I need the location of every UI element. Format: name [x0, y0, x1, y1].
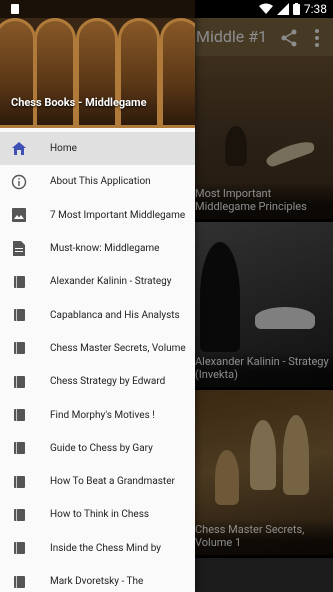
book-icon [11, 474, 27, 490]
drawer-item-label: Find Morphy's Motives ! [50, 409, 155, 421]
drawer-item-guide-to-chess-by-gary[interactable]: Guide to Chess by Gary [0, 432, 195, 465]
drawer-item-chess-master-secrets-volume[interactable]: Chess Master Secrets, Volume [0, 332, 195, 365]
drawer-item-label: Capablanca and His Analysts [50, 309, 180, 321]
home-icon [11, 141, 27, 157]
drawer-item-inside-the-chess-mind-by[interactable]: Inside the Chess Mind by [0, 532, 195, 565]
drawer-item-find-morphy-s-motives[interactable]: Find Morphy's Motives ! [0, 398, 195, 431]
drawer-item-mark-dvoretsky-the[interactable]: Mark Dvoretsky - The [0, 565, 195, 592]
book-icon [11, 374, 27, 390]
book-icon [11, 340, 27, 356]
drawer-item-chess-strategy-by-edward[interactable]: Chess Strategy by Edward [0, 365, 195, 398]
drawer-item-label: Must-know: Middlegame [50, 243, 160, 255]
book-icon [11, 274, 27, 290]
drawer-item-how-to-beat-a-grandmaster[interactable]: How To Beat a Grandmaster [0, 465, 195, 498]
drawer-item-must-know-middlegame[interactable]: Must-know: Middlegame [0, 232, 195, 265]
book-icon [11, 507, 27, 523]
drawer-item-label: Alexander Kalinin - Strategy [50, 276, 172, 288]
image-icon [11, 207, 27, 223]
wifi-icon [258, 3, 273, 14]
drawer-item-about-this-application[interactable]: About This Application [0, 165, 195, 198]
book-icon [11, 307, 27, 323]
info-icon [11, 174, 27, 190]
drawer-item-home[interactable]: Home [0, 132, 195, 166]
drawer-item-label: Inside the Chess Mind by [50, 542, 162, 554]
drawer-item-capablanca-and-his-analysts[interactable]: Capablanca and His Analysts [0, 298, 195, 331]
drawer-item-label: About This Application [50, 176, 151, 188]
document-icon [11, 241, 27, 257]
book-icon [11, 440, 27, 456]
drawer-menu: Home About This Application 7 Most Importa… [0, 132, 195, 592]
drawer-item-label: Mark Dvoretsky - The [50, 576, 144, 587]
drawer-header-title: Chess Books - Middlegame [11, 96, 147, 109]
status-time: 7:38 [303, 2, 327, 16]
drawer-item-label: How to Think in Chess [50, 509, 150, 521]
drawer-item-label: How To Beat a Grandmaster [50, 476, 175, 488]
navigation-drawer: Chess Books - Middlegame Home About This … [0, 0, 195, 592]
drawer-item-7-most-important-middlegame[interactable]: 7 Most Important Middlegame [0, 199, 195, 232]
drawer-item-label: Home [50, 143, 77, 155]
book-icon [11, 407, 27, 423]
drawer-item-label: Chess Master Secrets, Volume [50, 342, 186, 354]
drawer-item-alexander-kalinin-strategy[interactable]: Alexander Kalinin - Strategy [0, 265, 195, 298]
battery-icon [292, 3, 300, 15]
drawer-item-label: Guide to Chess by Gary [50, 442, 153, 454]
book-icon [11, 540, 27, 556]
drawer-header: Chess Books - Middlegame [0, 0, 195, 128]
signal-icon [276, 3, 289, 15]
drawer-item-label: Chess Strategy by Edward [50, 376, 166, 388]
status-bar: 7:38 [0, 0, 333, 18]
drawer-item-label: 7 Most Important Middlegame [50, 209, 186, 221]
notification-icon [11, 4, 19, 14]
book-icon [11, 574, 27, 590]
drawer-item-how-to-think-in-chess[interactable]: How to Think in Chess [0, 498, 195, 531]
